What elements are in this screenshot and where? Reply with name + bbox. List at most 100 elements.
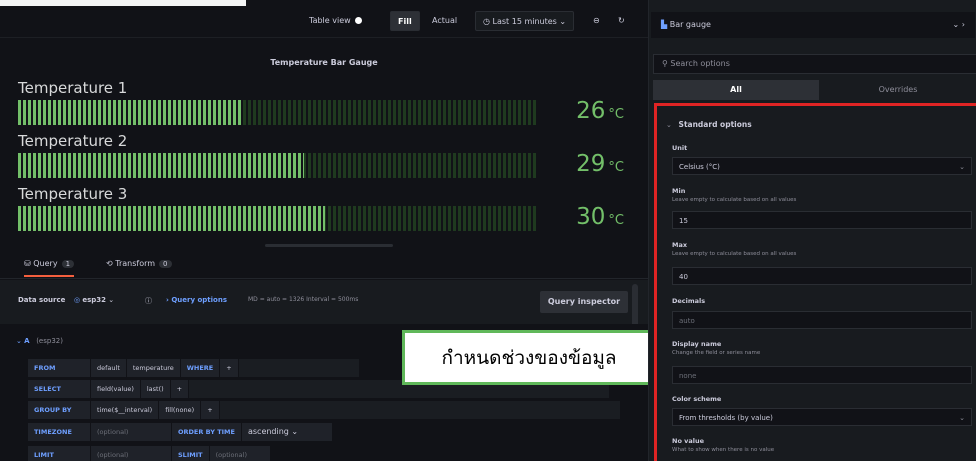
display-name-description: Change the field or series name (672, 350, 761, 356)
gauge-bar-track (18, 153, 538, 178)
select-keyword: SELECT (28, 380, 90, 398)
where-add-button[interactable]: + (220, 359, 238, 377)
gauge-unit: °C (608, 213, 624, 228)
display-name-input[interactable]: none (672, 366, 972, 384)
unit-select[interactable]: Celsius (°C) ⌄ (672, 157, 972, 175)
query-row-header[interactable]: ⌄ A (esp32) (16, 337, 63, 345)
window-strip (0, 0, 246, 6)
groupby-time[interactable]: time($__interval) (91, 401, 159, 419)
groupby-add-button[interactable]: + (201, 401, 219, 419)
standard-options-header[interactable]: ⌄ Standard options (666, 120, 752, 129)
chevron-down-icon: ⌄ (106, 296, 115, 304)
query-limit-row: LIMIT (optional) SLIMIT (optional) (28, 446, 271, 461)
color-scheme-field-label: Color scheme (672, 395, 721, 403)
query-timezone-row: TIMEZONE (optional) ORDER BY TIME ascend… (28, 423, 333, 441)
query-groupby-row: GROUP BY time($__interval) fill(none) + (28, 401, 621, 419)
min-field-label: Min Leave empty to calculate based on al… (672, 187, 796, 203)
datasource-name: esp32 (82, 296, 107, 304)
groupby-fill[interactable]: fill(none) (159, 401, 201, 419)
viz-name: Bar gauge (669, 20, 711, 29)
tab-all[interactable]: All (653, 80, 819, 100)
table-view-label: Table view (309, 16, 351, 25)
toggle-dot-icon (354, 17, 362, 24)
gauge-temperature-3: Temperature 3 30 °C (18, 184, 630, 231)
chevron-down-icon: ⌄ (666, 121, 675, 129)
tab-transform-label: Transform (115, 259, 156, 268)
datasource-bar: Data source ◎ esp32 ⌄ ⓘ › Query options … (0, 280, 648, 324)
min-input[interactable]: 15 (672, 211, 972, 229)
table-view-toggle[interactable]: Table view (309, 11, 362, 31)
gauge-bar-fill (18, 153, 304, 178)
query-inspector-button[interactable]: Query inspector (540, 291, 628, 313)
clock-icon: ◷ (483, 17, 493, 26)
decimals-field-label: Decimals (672, 297, 705, 305)
gauge-value-number: 30 (576, 204, 606, 230)
gauge-value: 29 °C (576, 151, 624, 177)
no-value-label: No value (672, 437, 705, 445)
chevron-down-icon: ⌄ (959, 414, 965, 422)
panel-editor-toolbar: Table view Fill Actual ◷ Last 15 minutes… (0, 0, 648, 38)
orderby-keyword: ORDER BY TIME (172, 423, 241, 441)
slimit-input[interactable]: (optional) (209, 446, 270, 461)
transform-icon: ⟲ (106, 259, 116, 268)
select-function[interactable]: last() (140, 380, 170, 398)
query-options-meta: MD = auto = 1326 Interval = 500ms (248, 296, 359, 303)
options-tabs: All Overrides (653, 80, 976, 100)
orderby-select[interactable]: ascending ⌄ (241, 423, 332, 441)
annotation-callout: กำหนดช่วงของข้อมูล (402, 330, 656, 385)
orderby-value: ascending (247, 427, 289, 436)
color-scheme-select[interactable]: From thresholds (by value) ⌄ (672, 408, 972, 426)
help-icon[interactable]: ⓘ (145, 296, 152, 306)
query-ref-id: A (24, 337, 30, 345)
query-from-row: FROM default temperature WHERE + (28, 359, 360, 377)
from-policy[interactable]: default (91, 359, 126, 377)
search-placeholder: Search options (670, 59, 730, 68)
max-input[interactable]: 40 (672, 267, 972, 285)
timezone-input[interactable]: (optional) (91, 423, 171, 441)
select-field[interactable]: field(value) (91, 380, 140, 398)
search-options-input[interactable]: ⚲ Search options (653, 54, 976, 74)
display-name-label: Display name (672, 340, 722, 348)
tab-transform[interactable]: ⟲ Transform 0 (106, 259, 172, 268)
chevron-down-icon: ⌄ (556, 17, 567, 26)
gauge-temperature-2: Temperature 2 29 °C (18, 131, 630, 178)
query-ds-label: (esp32) (36, 337, 63, 345)
chevron-down-icon: ⌄ (288, 427, 299, 436)
datasource-picker[interactable]: ◎ esp32 ⌄ (74, 296, 114, 304)
gauge-label: Temperature 1 (18, 79, 128, 97)
tab-overrides[interactable]: Overrides (819, 80, 976, 100)
unit-label: Unit (672, 144, 688, 152)
unit-value: Celsius (°C) (679, 163, 720, 171)
display-name-field-label: Display name Change the field or series … (672, 340, 760, 356)
no-value-description: What to show when there is no value (672, 447, 775, 453)
chevron-down-icon: ⌄ › (952, 20, 965, 29)
from-measurement[interactable]: temperature (126, 359, 180, 377)
select-add-button[interactable]: + (170, 380, 189, 398)
from-keyword: FROM (28, 359, 90, 377)
query-options-label: Query options (171, 296, 227, 304)
decimals-label: Decimals (672, 297, 706, 305)
gauge-value-number: 26 (576, 98, 606, 124)
refresh-icon[interactable]: ↻ (618, 11, 625, 31)
time-range-picker[interactable]: ◷ Last 15 minutes ⌄ (475, 11, 575, 31)
slimit-keyword: SLIMIT (172, 446, 209, 461)
visualization-picker[interactable]: ▙ Bar gauge ⌄ › (651, 12, 975, 38)
query-options-toggle[interactable]: › Query options (166, 296, 227, 304)
zoom-out-icon[interactable]: ⊖ (593, 11, 600, 31)
annotation-text: กำหนดช่วงของข้อมูล (441, 346, 617, 369)
limit-keyword: LIMIT (28, 446, 90, 461)
chevron-down-icon: ⌄ (959, 163, 965, 171)
gauge-bar-track (18, 206, 538, 231)
actual-button[interactable]: Actual (432, 11, 457, 31)
gauge-bar-fill (18, 206, 325, 231)
fill-button[interactable]: Fill (390, 11, 420, 31)
max-field-label: Max Leave empty to calculate based on al… (672, 241, 796, 257)
panel-title: Temperature Bar Gauge (270, 58, 378, 67)
timezone-keyword: TIMEZONE (28, 423, 90, 441)
min-description: Leave empty to calculate based on all va… (672, 197, 797, 203)
tab-query[interactable]: ⛁ Query 1 (24, 259, 75, 277)
limit-input[interactable]: (optional) (91, 446, 171, 461)
collapse-icon: ⌄ (16, 337, 25, 345)
panel-resize-handle[interactable] (265, 244, 393, 247)
decimals-input[interactable]: auto (672, 311, 972, 329)
